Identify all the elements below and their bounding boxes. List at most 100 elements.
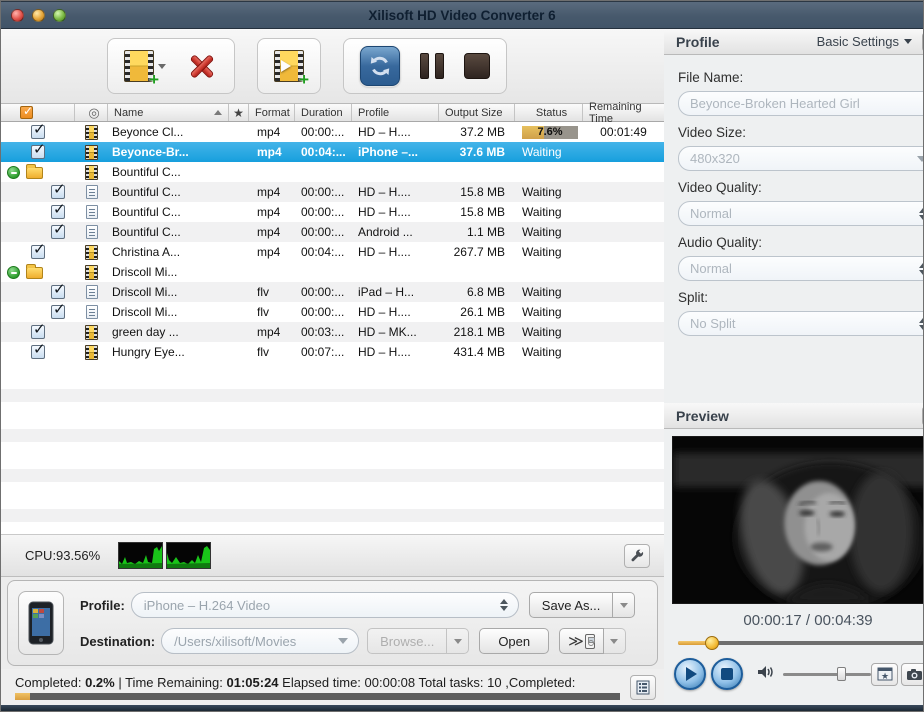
file-remaining-time bbox=[583, 142, 664, 162]
collapse-group-icon[interactable] bbox=[7, 166, 20, 179]
pause-button[interactable] bbox=[420, 53, 444, 79]
star-column-header[interactable]: ★ bbox=[229, 104, 249, 121]
browse-dropdown-button[interactable] bbox=[447, 628, 469, 654]
table-row[interactable]: ✓ Christina A... mp4 00:04:... HD – H...… bbox=[1, 242, 664, 262]
table-row[interactable]: ✓ Bountiful C... mp4 00:00:... HD – H...… bbox=[1, 182, 664, 202]
table-row[interactable]: ✓ green day ... mp4 00:03:... HD – MK...… bbox=[1, 322, 664, 342]
disc-column-header[interactable]: ◎ bbox=[75, 104, 108, 121]
chevron-down-icon bbox=[454, 639, 462, 644]
window-title: Xilisoft HD Video Converter 6 bbox=[1, 8, 923, 23]
format-column-header[interactable]: Format bbox=[249, 104, 295, 121]
row-checkbox[interactable]: ✓ bbox=[51, 225, 65, 239]
stop-icon bbox=[721, 668, 733, 680]
svg-text:★: ★ bbox=[880, 671, 888, 681]
row-checkbox[interactable]: ✓ bbox=[31, 345, 45, 359]
video-file-icon bbox=[85, 325, 98, 340]
remaining-time-column-header[interactable]: Remaining Time bbox=[583, 104, 664, 121]
save-as-button[interactable]: Save As... bbox=[529, 592, 614, 618]
file-output-size: 37.2 MB bbox=[439, 122, 515, 142]
table-row-selected[interactable]: ✓ Beyonce-Br... mp4 00:04:... iPhone –..… bbox=[1, 142, 664, 162]
conversion-progress-bar: 7.6% bbox=[522, 126, 578, 139]
table-row[interactable]: ✓ Driscoll Mi... flv 00:00:... iPad – H.… bbox=[1, 282, 664, 302]
seek-bar[interactable] bbox=[678, 636, 924, 650]
table-row-group[interactable]: Bountiful C... bbox=[1, 162, 664, 182]
video-quality-dropdown[interactable]: Normal bbox=[678, 201, 924, 226]
profile-column-header[interactable]: Profile bbox=[352, 104, 439, 121]
row-checkbox[interactable]: ✓ bbox=[31, 325, 45, 339]
snapshot-manager-button[interactable]: ★ bbox=[871, 663, 898, 686]
file-name-input[interactable] bbox=[690, 96, 924, 111]
save-as-dropdown-button[interactable] bbox=[613, 592, 635, 618]
chevron-down-icon bbox=[620, 603, 628, 608]
transfer-to-device-button[interactable]: ≫ bbox=[559, 628, 604, 654]
duration-column-header[interactable]: Duration bbox=[295, 104, 352, 121]
task-report-button[interactable] bbox=[630, 675, 656, 700]
stop-button[interactable] bbox=[464, 53, 490, 79]
disc-icon: ◎ bbox=[88, 105, 99, 121]
name-column-header[interactable]: Name bbox=[108, 104, 229, 121]
play-button[interactable] bbox=[674, 658, 706, 690]
table-row[interactable]: ✓ Hungry Eye... flv 00:07:... HD – H....… bbox=[1, 342, 664, 362]
convert-button[interactable] bbox=[360, 46, 400, 86]
clip-item-icon bbox=[86, 285, 98, 299]
volume-slider[interactable] bbox=[783, 667, 871, 681]
output-size-column-header[interactable]: Output Size bbox=[439, 104, 515, 121]
device-button[interactable] bbox=[18, 591, 64, 655]
task-list-icon bbox=[636, 680, 650, 695]
table-row[interactable]: ✓ Beyonce Cl... mp4 00:00:... HD – H....… bbox=[1, 122, 664, 142]
delete-button[interactable] bbox=[186, 50, 218, 82]
select-all-checkbox[interactable]: ✓ bbox=[20, 106, 33, 119]
collapse-group-icon[interactable] bbox=[7, 266, 20, 279]
camera-icon bbox=[906, 668, 923, 681]
row-checkbox[interactable]: ✓ bbox=[51, 185, 65, 199]
settings-button[interactable] bbox=[624, 544, 650, 568]
file-status: Waiting bbox=[515, 142, 583, 162]
table-row[interactable]: ✓ Bountiful C... mp4 00:00:... Android .… bbox=[1, 222, 664, 242]
group-name: Driscoll Mi... bbox=[108, 262, 229, 282]
add-to-convert-button[interactable]: + bbox=[274, 50, 304, 82]
file-profile: HD – H.... bbox=[352, 122, 439, 142]
stepper-icon bbox=[500, 599, 508, 611]
overall-progress-bar bbox=[15, 693, 620, 700]
stop-playback-button[interactable] bbox=[711, 658, 743, 690]
browse-button[interactable]: Browse... bbox=[367, 628, 447, 654]
seek-knob[interactable] bbox=[705, 636, 719, 650]
file-output-size: 37.6 MB bbox=[439, 142, 515, 162]
volume-icon[interactable] bbox=[757, 664, 775, 685]
destination-dropdown[interactable]: /Users/xilisoft/Movies bbox=[161, 628, 359, 654]
row-checkbox[interactable]: ✓ bbox=[51, 305, 65, 319]
select-all-header[interactable]: ✓ bbox=[1, 104, 75, 121]
volume-thumb[interactable] bbox=[837, 667, 846, 681]
circular-arrows-icon bbox=[368, 54, 392, 78]
row-checkbox[interactable]: ✓ bbox=[31, 245, 45, 259]
table-row[interactable]: ✓ Bountiful C... mp4 00:00:... HD – H...… bbox=[1, 202, 664, 222]
chevron-down-icon bbox=[917, 156, 924, 162]
row-checkbox[interactable]: ✓ bbox=[31, 145, 45, 159]
window-bottom-edge bbox=[664, 705, 924, 711]
open-button[interactable]: Open bbox=[479, 628, 549, 654]
transfer-dropdown-button[interactable] bbox=[604, 628, 626, 654]
table-row[interactable]: ✓ Driscoll Mi... flv 00:00:... HD – H...… bbox=[1, 302, 664, 322]
audio-quality-dropdown[interactable]: Normal bbox=[678, 256, 924, 281]
file-name: Hungry Eye... bbox=[108, 342, 229, 362]
video-file-icon bbox=[85, 265, 98, 280]
preview-panel-header: Preview bbox=[664, 403, 924, 429]
row-checkbox[interactable]: ✓ bbox=[51, 205, 65, 219]
table-row-group[interactable]: Driscoll Mi... bbox=[1, 262, 664, 282]
chevron-down-icon bbox=[904, 39, 912, 44]
add-file-dropdown-icon[interactable] bbox=[158, 64, 166, 69]
folder-icon bbox=[26, 267, 43, 279]
output-settings-area: Profile: iPhone – H.264 Video Save As... bbox=[1, 577, 664, 669]
folder-icon bbox=[26, 167, 43, 179]
snapshot-button[interactable] bbox=[901, 663, 924, 686]
split-dropdown[interactable]: No Split bbox=[678, 311, 924, 336]
output-profile-dropdown[interactable]: iPhone – H.264 Video bbox=[131, 592, 519, 618]
row-checkbox[interactable]: ✓ bbox=[51, 285, 65, 299]
convert-controls-group bbox=[343, 38, 507, 94]
file-name: Bountiful C... bbox=[108, 202, 229, 222]
add-file-button[interactable]: + bbox=[124, 50, 166, 82]
video-size-dropdown[interactable]: 480x320 bbox=[678, 146, 924, 171]
settings-mode-dropdown[interactable]: Basic Settings bbox=[817, 34, 912, 49]
row-checkbox[interactable]: ✓ bbox=[31, 125, 45, 139]
status-column-header[interactable]: Status bbox=[515, 104, 583, 121]
